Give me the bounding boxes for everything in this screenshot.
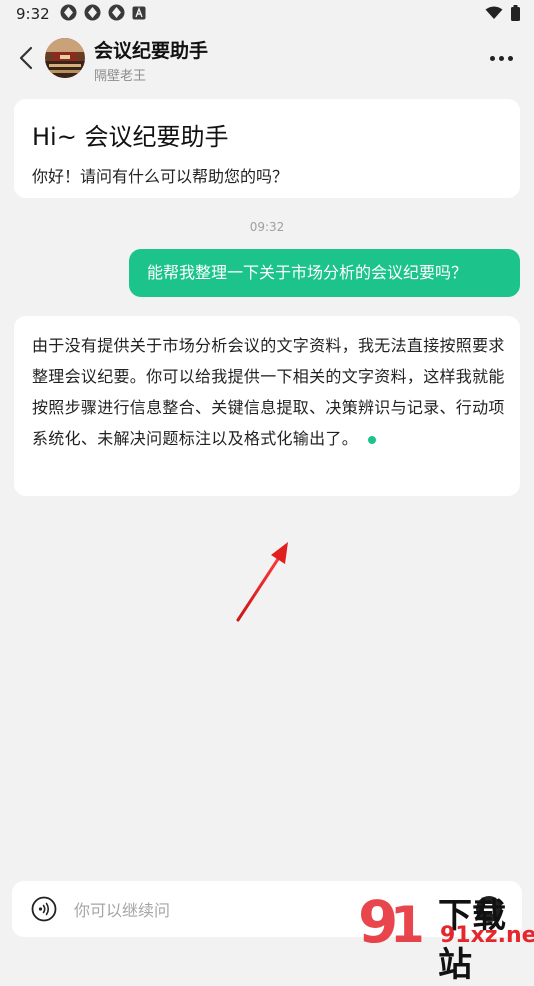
typing-indicator-dot <box>368 435 377 444</box>
watermark-text-bottom: 91xz.net <box>440 923 534 948</box>
meeting-room-avatar-image <box>45 38 85 78</box>
status-time: 9:32 <box>16 5 50 23</box>
greeting-text: 你好！请问有什么可以帮助您的吗？ <box>32 167 289 186</box>
more-dot-icon <box>508 55 513 61</box>
user-message-bubble[interactable]: 能帮我整理一下关于市场分析的会议纪要吗？ <box>129 249 520 297</box>
avatar[interactable] <box>45 38 85 78</box>
chat-header: 会议纪要助手 隔壁老王 <box>0 30 534 90</box>
wifi-icon <box>485 6 503 19</box>
voice-input-button[interactable] <box>31 896 57 922</box>
status-bar: 9:32 <box>0 0 534 28</box>
back-button[interactable] <box>16 44 40 72</box>
chat-title: 会议纪要助手 <box>94 40 209 62</box>
annotation-arrow-icon <box>236 542 288 622</box>
app-notification-icon <box>60 4 77 21</box>
voice-wave-icon <box>31 896 57 922</box>
more-dot-icon <box>499 55 504 61</box>
chevron-left-icon <box>19 46 33 70</box>
assistant-reply-card[interactable]: 由于没有提供关于市场分析会议的文字资料，我无法直接按照要求整理会议纪要。你可以给… <box>14 316 520 496</box>
chat-subtitle: 隔壁老王 <box>94 69 147 84</box>
app-notification-icon <box>84 4 101 21</box>
assistant-reply-content: 由于没有提供关于市场分析会议的文字资料，我无法直接按照要求整理会议纪要。你可以给… <box>32 336 505 448</box>
app-notification-icon <box>108 4 125 21</box>
greeting-card: Hi~ 会议纪要助手 你好！请问有什么可以帮助您的吗？ <box>14 99 520 198</box>
svg-text:1: 1 <box>390 896 425 948</box>
battery-icon <box>511 5 520 21</box>
assistant-reply-text: 由于没有提供关于市场分析会议的文字资料，我无法直接按照要求整理会议纪要。你可以给… <box>32 330 506 454</box>
greeting-title: Hi~ 会议纪要助手 <box>32 123 229 151</box>
more-dot-icon <box>490 55 495 61</box>
notification-icons <box>60 4 146 21</box>
message-timestamp: 09:32 <box>249 220 285 234</box>
more-options-button[interactable] <box>490 48 516 68</box>
system-status-icons <box>485 5 520 21</box>
a-box-icon <box>132 6 146 19</box>
